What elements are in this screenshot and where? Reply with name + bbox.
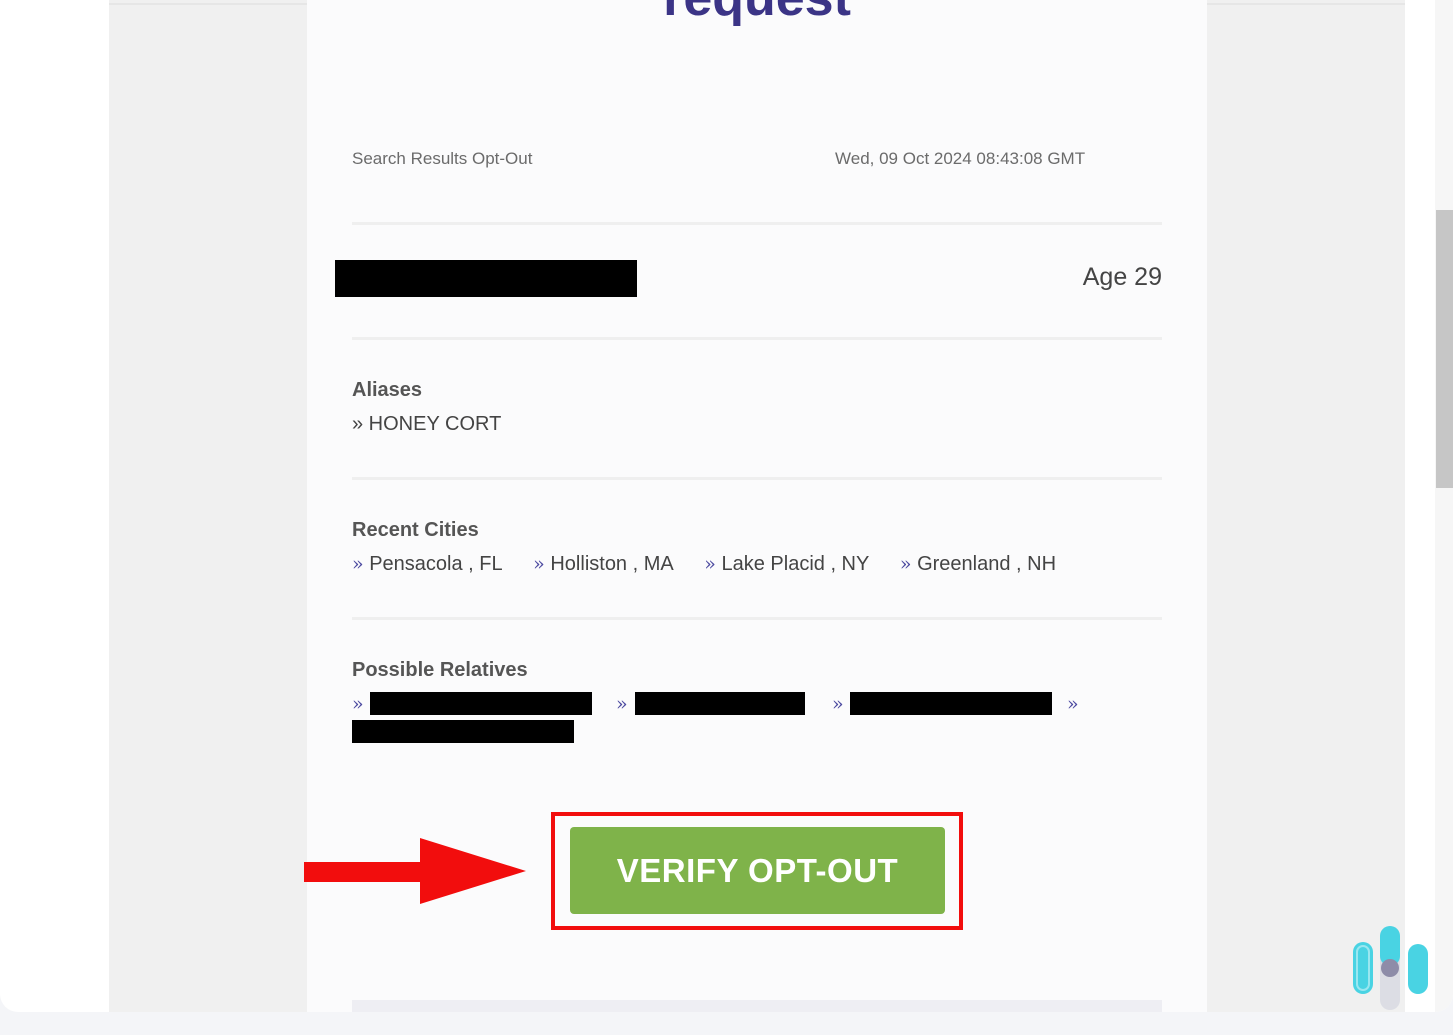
page-title: request (307, 0, 1207, 28)
divider (352, 617, 1162, 620)
divider (352, 477, 1162, 480)
relatives-title: Possible Relatives (352, 659, 528, 681)
request-timestamp: Wed, 09 Oct 2024 08:43:08 GMT (835, 149, 1086, 168)
redacted-relative (352, 720, 574, 743)
next-section-edge (352, 1000, 1162, 1012)
bullet-icon: » (533, 553, 545, 575)
redacted-name (335, 260, 637, 297)
recent-cities-list: » Pensacola , FL » Holliston , MA » Lake… (352, 553, 1081, 576)
red-arrow-icon (304, 838, 526, 904)
request-type-label: Search Results Opt-Out (352, 149, 533, 168)
redacted-relative (635, 692, 805, 715)
bullet-icon: » (899, 553, 912, 575)
aliases-title: Aliases (352, 379, 423, 401)
divider (352, 222, 1162, 225)
city-item: » Holliston , MA (533, 553, 674, 575)
redacted-relative (850, 692, 1052, 715)
city-item: » Greenland , NH (899, 553, 1057, 575)
bullet-icon: » (616, 693, 628, 715)
browser-window: request Search Results Opt-Out Wed, 09 O… (0, 0, 1453, 1012)
bullet-icon: » (704, 553, 716, 575)
bullet-icon: » (1067, 693, 1079, 715)
scrollbar-thumb[interactable] (1436, 210, 1453, 488)
city-item: » Lake Placid , NY (704, 553, 870, 575)
equalizer-logo-icon (1353, 926, 1428, 1010)
verify-opt-out-button[interactable]: VERIFY OPT-OUT (570, 827, 945, 914)
recent-cities-title: Recent Cities (352, 519, 479, 541)
redacted-relative (370, 692, 592, 715)
alias-item: » HONEY CORT (352, 413, 502, 435)
person-age: Age 29 (1082, 263, 1162, 291)
divider (352, 337, 1162, 340)
bullet-icon: » (832, 693, 844, 715)
scrollbar-track[interactable] (1435, 0, 1453, 1012)
bullet-icon: » (352, 553, 364, 575)
city-item: » Pensacola , FL (352, 553, 503, 575)
bullet-icon: » (352, 693, 364, 715)
